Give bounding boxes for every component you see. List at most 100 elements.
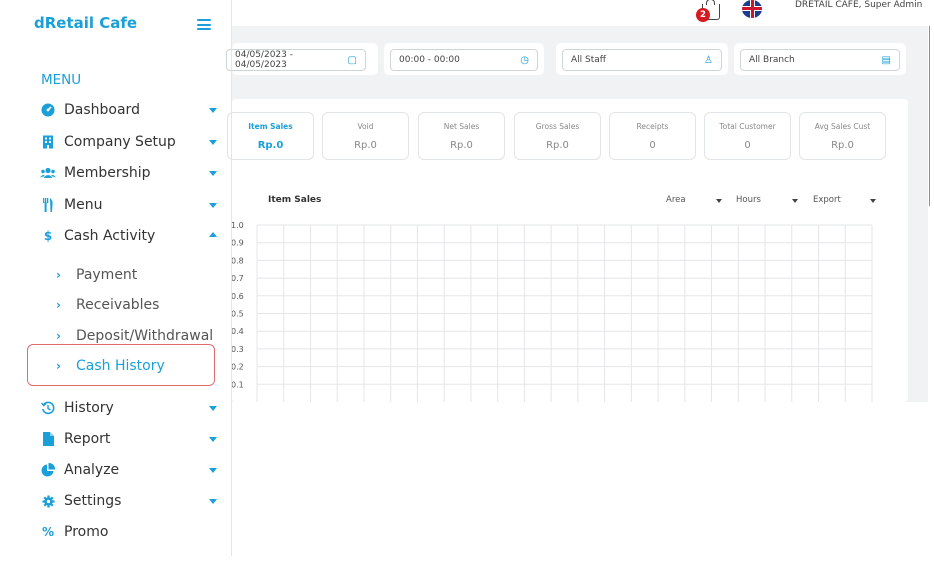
building-small-icon: ▤ (881, 54, 891, 66)
stat-card-total-customer[interactable]: Total Customer 0 (704, 112, 791, 160)
stat-title: Net Sales (443, 122, 480, 131)
chevron-down-icon (209, 468, 217, 473)
stat-title: Receipts (636, 122, 669, 131)
sidebar-item-cash-activity[interactable]: $ Cash Activity (40, 224, 220, 248)
pie-chart-icon (40, 462, 56, 478)
sidebar-item-membership[interactable]: Membership (40, 161, 220, 185)
export-dropdown[interactable]: Export (813, 195, 876, 205)
sidebar-subitem-cash-history[interactable]: › Cash History (56, 355, 165, 377)
staff-filter[interactable]: All Staff ♙ (556, 43, 728, 75)
calendar-icon: ▢ (347, 54, 357, 66)
sidebar-item-settings[interactable]: Settings (40, 489, 220, 513)
caret-down-icon (870, 199, 876, 203)
sidebar-item-label: Analyze (64, 462, 120, 478)
branch-filter[interactable]: All Branch ▤ (734, 43, 906, 75)
caret-down-icon (716, 199, 722, 203)
hamburger-menu-icon[interactable] (197, 19, 211, 30)
sidebar-subitem-payment[interactable]: › Payment (56, 264, 137, 286)
y-tick-label: 0.5 (232, 310, 244, 319)
sales-panel: Item Sales Rp.0 Void Rp.0 Net Sales Rp.0… (227, 99, 908, 402)
sidebar-item-label: History (64, 400, 114, 416)
dashboard-icon (40, 102, 56, 118)
user-info[interactable]: DRETAIL CAFE, Super Admin (795, 0, 922, 10)
main-content: 04/05/2023 - 04/05/2023 ▢ 00:00 - 00:00 ◷ … (226, 26, 928, 402)
sidebar-item-label: Promo (64, 524, 109, 540)
caret-down-icon (792, 199, 798, 203)
stat-card-avg-sales-cust[interactable]: Avg Sales Cust Rp.0 (799, 112, 886, 160)
stat-card-item-sales[interactable]: Item Sales Rp.0 (227, 112, 314, 160)
stat-value: Rp.0 (257, 140, 284, 151)
chevron-down-icon (209, 437, 217, 442)
utensils-icon (40, 197, 56, 213)
staff-value: All Staff (571, 55, 606, 65)
chevron-right-icon: › (56, 298, 61, 312)
stat-value: 0 (649, 140, 656, 151)
clock-icon: ◷ (520, 54, 529, 66)
stat-value: Rp.0 (354, 140, 377, 151)
chevron-down-icon (209, 406, 217, 411)
sidebar-item-company-setup[interactable]: Company Setup (40, 130, 220, 154)
chevron-down-icon (209, 203, 217, 208)
area-dropdown[interactable]: Area (666, 195, 722, 205)
sidebar-item-label: Menu (64, 197, 103, 213)
sidebar-subitem-label: Receivables (76, 297, 160, 313)
sidebar-item-history[interactable]: History (40, 396, 220, 420)
date-range-value: 04/05/2023 - 04/05/2023 (235, 50, 293, 70)
users-icon (40, 165, 56, 181)
file-icon (40, 431, 56, 447)
user-icon: ♙ (704, 54, 713, 66)
stat-card-void[interactable]: Void Rp.0 (322, 112, 409, 160)
stat-value: Rp.0 (831, 140, 854, 151)
branch-value: All Branch (749, 55, 795, 65)
y-tick-label: 0.3 (232, 345, 244, 354)
chevron-right-icon: › (56, 359, 61, 373)
sidebar-item-dashboard[interactable]: Dashboard (40, 98, 220, 122)
time-range-value: 00:00 - 00:00 (399, 55, 460, 65)
building-icon (40, 134, 56, 150)
stat-card-gross-sales[interactable]: Gross Sales Rp.0 (514, 112, 601, 160)
chevron-down-icon (209, 140, 217, 145)
scrollbar-edge (929, 26, 930, 206)
hours-dropdown[interactable]: Hours (736, 195, 798, 205)
area-dropdown-label: Area (666, 195, 686, 205)
date-range-filter[interactable]: 04/05/2023 - 04/05/2023 ▢ (226, 43, 378, 75)
chart-title: Item Sales (268, 195, 322, 205)
sidebar-subitem-receivables[interactable]: › Receivables (56, 294, 159, 316)
sidebar-subitem-label: Payment (76, 267, 138, 283)
chevron-down-icon (209, 499, 217, 504)
y-tick-label: 0.8 (232, 256, 244, 265)
sidebar-item-label: Report (64, 431, 111, 447)
y-tick-label: 0.1 (232, 380, 244, 389)
brand-logo-text[interactable]: dRetail Cafe (34, 14, 137, 32)
time-range-filter[interactable]: 00:00 - 00:00 ◷ (384, 43, 544, 75)
hours-dropdown-label: Hours (736, 195, 761, 205)
y-tick-label: 1.0 (232, 221, 244, 230)
sidebar-subitem-label: Deposit/Withdrawal (76, 328, 214, 344)
sidebar-item-menu[interactable]: Menu (40, 193, 220, 217)
stat-title: Item Sales (248, 122, 293, 131)
chevron-right-icon: › (56, 329, 61, 343)
chevron-right-icon: › (56, 268, 61, 282)
notification-badge: 2 (696, 8, 710, 22)
sidebar: dRetail Cafe MENU Dashboard Company Setu… (0, 0, 232, 556)
sidebar-item-label: Dashboard (64, 102, 140, 118)
uk-flag-icon[interactable] (742, 0, 762, 18)
y-tick-label: 0.7 (232, 274, 244, 283)
y-tick-label: 0.2 (232, 363, 244, 372)
y-tick-label: 0.6 (232, 292, 244, 301)
chevron-up-icon (209, 232, 217, 237)
stat-card-receipts[interactable]: Receipts 0 (609, 112, 696, 160)
stat-title: Gross Sales (535, 122, 580, 131)
stat-card-net-sales[interactable]: Net Sales Rp.0 (418, 112, 505, 160)
sidebar-item-label: Membership (64, 165, 151, 181)
menu-section-title: MENU (41, 72, 82, 88)
gear-icon (40, 493, 56, 509)
sidebar-item-analyze[interactable]: Analyze (40, 458, 220, 482)
stat-title: Avg Sales Cust (814, 122, 871, 131)
percent-icon: % (41, 525, 55, 539)
sidebar-item-report[interactable]: Report (40, 427, 220, 451)
sidebar-item-promo[interactable]: % Promo (40, 520, 220, 544)
y-tick-label: 0.4 (232, 327, 244, 336)
export-dropdown-label: Export (813, 195, 841, 205)
item-sales-chart: 1.0 0.9 0.8 0.7 0.6 0.5 0.4 0.3 0.2 0.1 (232, 221, 873, 402)
